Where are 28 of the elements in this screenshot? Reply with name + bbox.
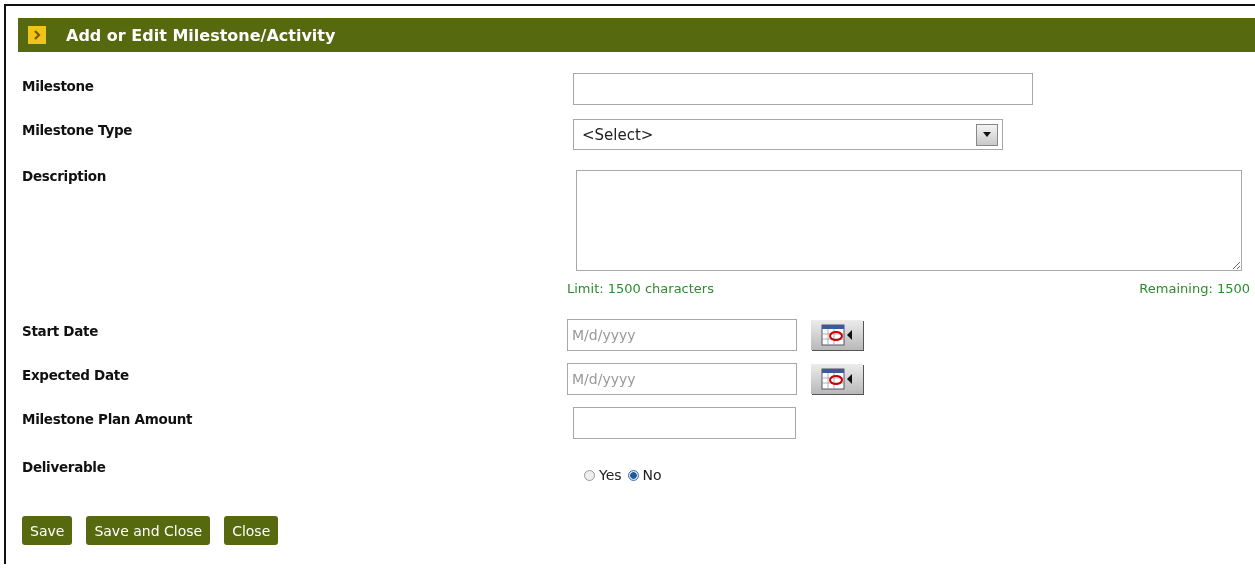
radio-option[interactable]: Yes [584, 467, 622, 483]
expand-icon[interactable] [28, 26, 46, 44]
remaining-text: Remaining: 1500 [1139, 281, 1250, 296]
field-label: Deliverable [22, 458, 107, 477]
field-label: Milestone [22, 77, 95, 96]
dropdown[interactable]: <Select> [573, 119, 1003, 150]
calendar-icon [821, 324, 853, 346]
action-button[interactable]: Save and Close [86, 516, 211, 545]
radio-option[interactable]: No [627, 467, 662, 483]
date-field[interactable]: M/d/yyyy [567, 319, 797, 351]
action-button[interactable]: Close [224, 516, 279, 545]
calendar-icon [821, 368, 853, 390]
radio-button[interactable] [627, 469, 639, 481]
limit-text: Limit: 1500 characters [567, 281, 714, 296]
calendar-button[interactable] [811, 320, 863, 350]
field-label: Milestone Type [22, 121, 134, 140]
field-label: Expected Date [22, 366, 130, 385]
input-field[interactable] [573, 407, 796, 439]
field-label: Milestone Plan Amount [22, 410, 194, 429]
form-title: Add or Edit Milestone/Activity [66, 25, 336, 45]
radio-button[interactable] [584, 469, 595, 481]
caret-icon [983, 132, 991, 137]
calendar-button[interactable] [811, 364, 863, 394]
text-area[interactable] [576, 170, 1242, 271]
field-label: Start Date [22, 322, 100, 341]
date-field[interactable]: M/d/yyyy [567, 363, 797, 395]
input-field[interactable] [573, 73, 1033, 105]
action-button[interactable]: Save [22, 516, 73, 545]
